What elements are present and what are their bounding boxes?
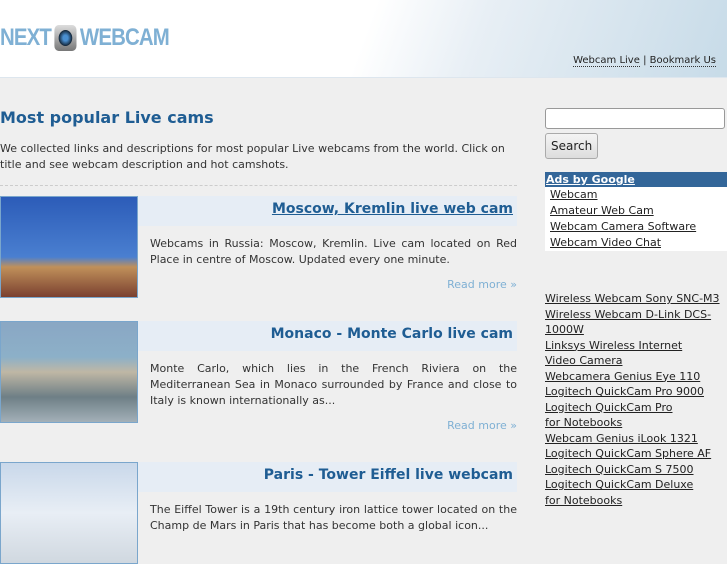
product-link[interactable]: Logitech QuickCam Deluxe for Notebooks — [545, 477, 727, 508]
cam-item: Moscow, Kremlin live web cam Webcams in … — [0, 196, 517, 298]
bookmark-link[interactable]: Bookmark Us — [649, 55, 716, 67]
page-title: Most popular Live cams — [0, 108, 214, 127]
cam-description: Monte Carlo, which lies in the French Ri… — [150, 362, 517, 407]
monaco-thumbnail[interactable] — [0, 321, 138, 423]
logo-text-left: NEXT — [0, 24, 52, 51]
cam-item: Monaco - Monte Carlo live cam Monte Carl… — [0, 321, 517, 432]
cam-title-link[interactable]: Paris - Tower Eiffel live webcam — [138, 462, 517, 492]
paris-thumbnail[interactable] — [0, 462, 138, 564]
ad-link[interactable]: Webcam Video Chat — [545, 235, 727, 251]
ad-link[interactable]: Amateur Web Cam — [545, 203, 727, 219]
cam-title-link[interactable]: Monaco - Monte Carlo live cam — [138, 321, 517, 351]
sidebar: Search Ads by Google Webcam Amateur Web … — [545, 108, 727, 251]
ad-link[interactable]: Webcam Camera Software — [545, 219, 727, 235]
moscow-thumbnail[interactable] — [0, 196, 138, 298]
product-link[interactable]: Logitech QuickCam Pro 9000 — [545, 384, 727, 400]
cam-description: The Eiffel Tower is a 19th century iron … — [150, 503, 517, 532]
product-link[interactable]: Wireless Webcam Sony SNC-M3 — [545, 291, 727, 307]
read-more-link[interactable]: Read more » — [447, 419, 517, 432]
header: NEXT WEBCAM Webcam Live | Bookmark Us — [0, 0, 727, 78]
webcam-logo-icon — [54, 25, 77, 51]
product-link[interactable]: Logitech QuickCam S 7500 — [545, 462, 727, 478]
ad-link[interactable]: Webcam — [545, 187, 727, 203]
search-input[interactable] — [545, 108, 725, 129]
logo-text-right: WEBCAM — [79, 24, 170, 51]
product-link[interactable]: Logitech QuickCam Sphere AF — [545, 446, 727, 462]
top-links: Webcam Live | Bookmark Us — [573, 55, 716, 67]
main-content: Most popular Live cams We collected link… — [0, 108, 517, 186]
intro-text: We collected links and descriptions for … — [0, 141, 517, 186]
search-button[interactable]: Search — [545, 133, 599, 159]
cam-description: Webcams in Russia: Moscow, Kremlin. Live… — [150, 237, 517, 266]
webcam-live-link[interactable]: Webcam Live — [573, 55, 640, 67]
product-links: Wireless Webcam Sony SNC-M3 Wireless Web… — [545, 291, 727, 508]
product-link[interactable]: Webcam Genius iLook 1321 — [545, 431, 727, 447]
product-link[interactable]: Webcamera Genius Eye 110 — [545, 369, 727, 385]
read-more-link[interactable]: Read more » — [447, 278, 517, 291]
product-link[interactable]: Wireless Webcam D-Link DCS- 1000W — [545, 307, 727, 338]
cam-item: Paris - Tower Eiffel live webcam The Eif… — [0, 462, 517, 564]
ads-box: Ads by Google Webcam Amateur Web Cam Web… — [545, 172, 727, 251]
separator: | — [643, 55, 647, 66]
logo[interactable]: NEXT WEBCAM — [0, 24, 170, 52]
product-link[interactable]: Linksys Wireless Internet Video Camera — [545, 338, 727, 369]
product-link[interactable]: Logitech QuickCam Pro for Notebooks — [545, 400, 727, 431]
ads-header[interactable]: Ads by Google — [545, 172, 727, 187]
cam-title-link[interactable]: Moscow, Kremlin live web cam — [138, 196, 517, 226]
